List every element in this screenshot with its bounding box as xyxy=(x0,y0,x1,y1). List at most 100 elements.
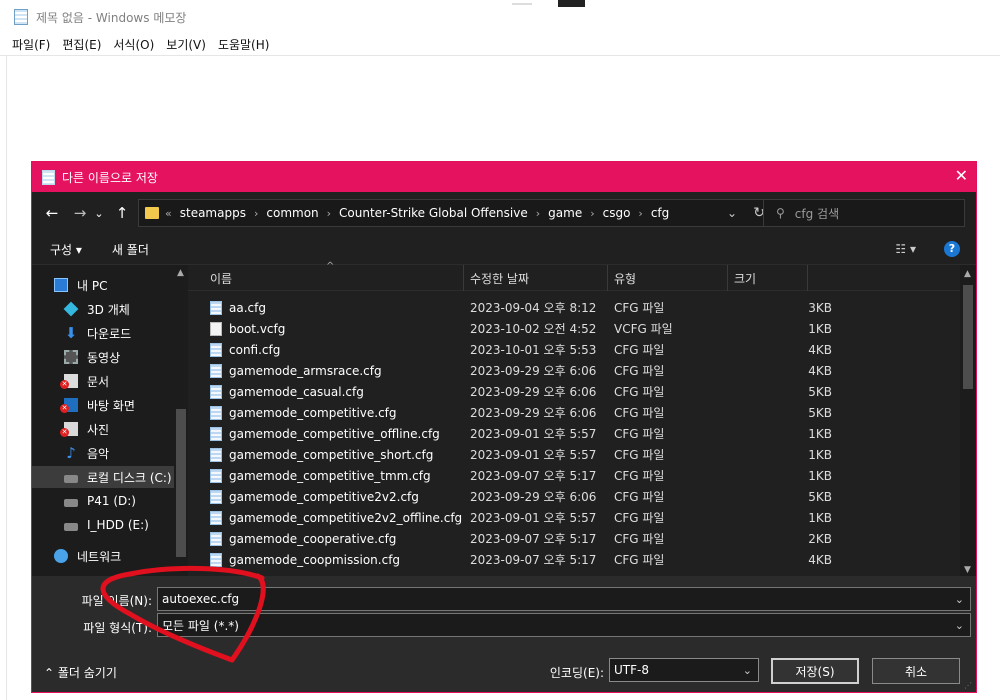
breadcrumb-common[interactable]: common xyxy=(266,206,318,220)
config-file-icon xyxy=(210,300,222,315)
chevron-down-icon[interactable]: ⌄ xyxy=(955,619,964,632)
file-row[interactable]: gamemode_armsrace.cfg 2023-09-29 오후 6:06… xyxy=(188,360,948,381)
column-header-name[interactable]: 이름 xyxy=(204,265,464,291)
scroll-up-icon[interactable]: ▲ xyxy=(177,268,184,278)
back-arrow-icon[interactable]: ← xyxy=(40,204,64,222)
navigation-scrollbar[interactable]: ▲ xyxy=(174,265,188,577)
resize-grip-icon[interactable]: ⋰ xyxy=(964,681,972,690)
column-header-type[interactable]: 유형 xyxy=(608,265,728,291)
folder-icon xyxy=(145,207,159,219)
file-row[interactable]: gamemode_competitive_short.cfg 2023-09-0… xyxy=(188,444,948,465)
breadcrumb-separator[interactable]: › xyxy=(254,207,258,220)
file-row[interactable]: gamemode_competitive2v2_offline.cfg 2023… xyxy=(188,507,948,528)
file-name: aa.cfg xyxy=(229,300,266,315)
scrollbar-thumb[interactable] xyxy=(963,285,973,389)
filename-input[interactable]: autoexec.cfg ⌄ xyxy=(157,587,971,611)
file-row[interactable]: gamemode_cooperative.cfg 2023-09-07 오후 5… xyxy=(188,528,948,549)
config-file-icon xyxy=(210,426,222,441)
sidebar-item-downloads[interactable]: ⬇ 다운로드 xyxy=(64,322,131,344)
search-box[interactable]: ⚲ cfg 검색 xyxy=(763,199,965,227)
chevron-down-icon[interactable]: ⌄ xyxy=(743,664,752,677)
scrollbar-thumb[interactable] xyxy=(176,409,186,557)
file-row[interactable]: aa.cfg 2023-09-04 오후 8:12 CFG 파일 3KB xyxy=(188,297,948,318)
file-type: CFG 파일 xyxy=(614,469,665,483)
breadcrumb-csgo-root[interactable]: Counter-Strike Global Offensive xyxy=(339,206,528,220)
column-header-size[interactable]: 크기 xyxy=(728,265,808,291)
scroll-up-icon[interactable]: ▲ xyxy=(964,269,971,279)
file-list-scrollbar[interactable]: ▲ ▼ xyxy=(960,265,976,577)
help-icon[interactable]: ? xyxy=(944,241,960,257)
save-options-panel: 파일 이름(N): autoexec.cfg ⌄ 파일 형식(T): 모든 파일… xyxy=(32,576,976,692)
breadcrumb-separator[interactable]: › xyxy=(536,207,540,220)
file-row[interactable]: gamemode_competitive_offline.cfg 2023-09… xyxy=(188,423,948,444)
download-icon: ⬇ xyxy=(64,324,78,342)
sidebar-item-drive-d[interactable]: P41 (D:) xyxy=(64,490,136,512)
file-icon xyxy=(210,321,222,336)
sidebar-item-documents[interactable]: ✕ 문서 xyxy=(60,370,109,392)
cancel-button[interactable]: 취소 xyxy=(872,658,960,684)
file-size: 1KB xyxy=(808,321,832,336)
file-size: 5KB xyxy=(808,384,832,399)
menu-format[interactable]: 서식(O) xyxy=(107,36,160,53)
organize-button[interactable]: 구성 ▾ xyxy=(50,241,82,258)
sidebar-item-desktop[interactable]: ✕ 바탕 화면 xyxy=(60,394,135,416)
file-name: gamemode_cooperative.cfg xyxy=(229,531,397,546)
new-folder-button[interactable]: 새 폴더 xyxy=(112,241,149,258)
file-row[interactable]: boot.vcfg 2023-10-02 오전 4:52 VCFG 파일 1KB xyxy=(188,318,948,339)
encoding-select[interactable]: UTF-8 ⌄ xyxy=(609,658,759,682)
column-header-label: 크기 xyxy=(734,271,757,286)
file-row[interactable]: gamemode_casual.cfg 2023-09-29 오후 6:06 C… xyxy=(188,381,948,402)
up-arrow-icon[interactable]: ↑ xyxy=(110,204,134,222)
chevron-down-icon[interactable]: ⌄ xyxy=(955,593,964,606)
scroll-down-icon[interactable]: ▼ xyxy=(964,565,971,575)
breadcrumb-separator[interactable]: › xyxy=(638,207,642,220)
video-icon xyxy=(64,350,78,364)
menu-file[interactable]: 파일(F) xyxy=(6,36,56,53)
menu-help[interactable]: 도움말(H) xyxy=(212,36,276,53)
file-row[interactable]: gamemode_coopmission.cfg 2023-09-07 오후 5… xyxy=(188,549,948,570)
view-options-button[interactable]: ☷ ▾ xyxy=(895,242,916,256)
file-row[interactable]: gamemode_competitive_tmm.cfg 2023-09-07 … xyxy=(188,465,948,486)
save-button[interactable]: 저장(S) xyxy=(771,658,859,684)
file-date: 2023-09-01 오후 5:57 xyxy=(470,427,597,441)
filetype-select[interactable]: 모든 파일 (*.*) ⌄ xyxy=(157,613,971,637)
file-row[interactable]: gamemode_competitive.cfg 2023-09-29 오후 6… xyxy=(188,402,948,423)
file-date: 2023-09-29 오후 6:06 xyxy=(470,385,597,399)
address-dropdown-icon[interactable]: ⌄ xyxy=(727,206,737,220)
close-button[interactable]: ✕ xyxy=(955,166,968,185)
forward-arrow-icon[interactable]: → xyxy=(68,204,92,222)
file-row[interactable]: gamemode_competitive2v2.cfg 2023-09-29 오… xyxy=(188,486,948,507)
file-type: CFG 파일 xyxy=(614,490,665,504)
sidebar-item-network[interactable]: 네트워크 xyxy=(54,545,121,567)
breadcrumb-separator[interactable]: › xyxy=(590,207,594,220)
dialog-title: 다른 이름으로 저장 xyxy=(62,170,158,185)
sidebar-item-pictures[interactable]: ✕ 사진 xyxy=(60,418,109,440)
config-file-icon xyxy=(210,468,222,483)
breadcrumb-game[interactable]: game xyxy=(548,206,582,220)
column-header-row: ^ 이름 수정한 날짜 유형 크기 xyxy=(188,261,976,291)
file-row[interactable]: confi.cfg 2023-10-01 오후 5:53 CFG 파일 4KB xyxy=(188,339,948,360)
breadcrumb-cfg[interactable]: cfg xyxy=(651,206,669,220)
column-header-date[interactable]: 수정한 날짜 xyxy=(464,265,608,291)
hide-folders-button[interactable]: ⌃ 폴더 숨기기 xyxy=(44,664,117,681)
navigation-bar: ← → ⌄ ↑ « steamapps › common › Counter-S… xyxy=(32,192,976,234)
sidebar-item-3d-objects[interactable]: 3D 개체 xyxy=(63,298,130,320)
config-file-icon xyxy=(210,363,222,378)
sidebar-item-drive-e[interactable]: I_HDD (E:) xyxy=(64,514,149,536)
sidebar-item-label: 3D 개체 xyxy=(87,302,130,317)
breadcrumb-steamapps[interactable]: steamapps xyxy=(180,206,246,220)
breadcrumb-csgo[interactable]: csgo xyxy=(603,206,631,220)
menu-edit[interactable]: 편집(E) xyxy=(56,36,107,53)
sidebar-item-music[interactable]: ♪ 음악 xyxy=(64,442,109,464)
sidebar-item-videos[interactable]: 동영상 xyxy=(64,346,120,368)
cube-icon xyxy=(63,301,79,317)
notepad-menu-bar: 파일(F) 편집(E) 서식(O) 보기(V) 도움말(H) xyxy=(0,34,1000,56)
sidebar-item-local-disk-c[interactable]: 로컬 디스크 (C:) xyxy=(32,466,174,488)
breadcrumb-overflow[interactable]: « xyxy=(165,207,172,220)
breadcrumb-separator[interactable]: › xyxy=(327,207,331,220)
address-bar[interactable]: « steamapps › common › Counter-Strike Gl… xyxy=(138,199,778,227)
dialog-title-bar: 다른 이름으로 저장 xyxy=(32,162,976,192)
menu-view[interactable]: 보기(V) xyxy=(160,36,212,53)
recent-locations-chevron-icon[interactable]: ⌄ xyxy=(92,207,106,220)
sidebar-item-this-pc[interactable]: 내 PC xyxy=(54,274,107,296)
